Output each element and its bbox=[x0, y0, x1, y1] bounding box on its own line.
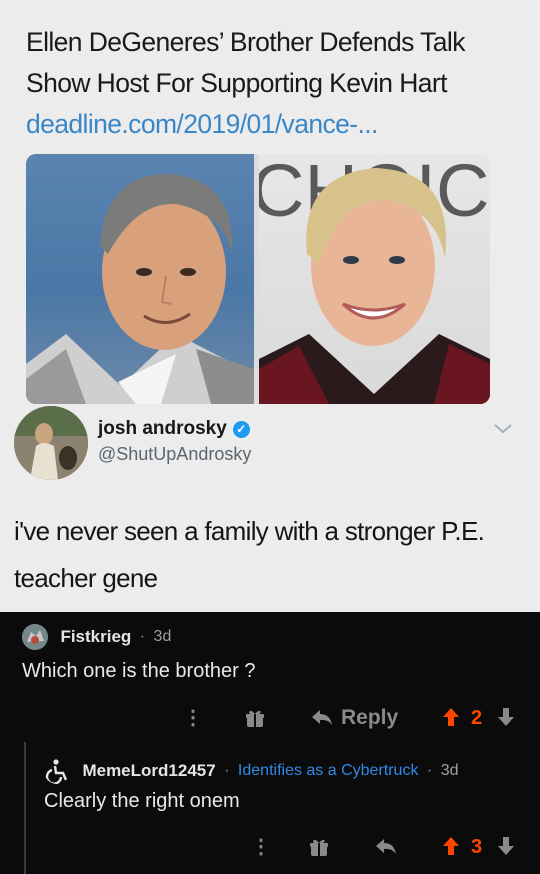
tweet-text: i've never seen a family with a stronger… bbox=[14, 516, 485, 593]
separator-dot: · bbox=[139, 628, 146, 645]
comment-actions: ⋮ Reply 2 bbox=[0, 703, 540, 733]
author-avatar[interactable] bbox=[14, 406, 88, 480]
ellen-photo: CHOIC ARD bbox=[251, 154, 490, 404]
author-handle[interactable]: @ShutUpAndrosky bbox=[98, 444, 251, 465]
comment-username[interactable]: Fistkrieg bbox=[60, 627, 131, 646]
user-flair: Identifies as a Cybertruck bbox=[237, 762, 419, 779]
tweet-author: josh androsky ✓ @ShutUpAndrosky bbox=[14, 406, 526, 482]
separator-dot: · bbox=[224, 762, 230, 779]
reply-actions: ⋮ 3 bbox=[0, 832, 540, 862]
article-headline: Ellen DeGeneres’ Brother Defends Talk Sh… bbox=[26, 22, 516, 145]
comment-header: Fistkrieg · 3d bbox=[22, 624, 522, 650]
verified-badge-icon: ✓ bbox=[232, 421, 250, 438]
more-vertical-icon[interactable]: ⋮ bbox=[183, 703, 203, 733]
reply-arrow-icon bbox=[376, 839, 396, 854]
vote-count: 2 bbox=[471, 707, 483, 729]
reply-age: 3d bbox=[440, 762, 459, 779]
upvote-arrow-icon[interactable] bbox=[442, 703, 460, 733]
reply-arrow-icon bbox=[312, 710, 332, 725]
commenter-avatar[interactable] bbox=[22, 624, 48, 650]
wheelchair-icon[interactable] bbox=[44, 758, 70, 784]
author-name[interactable]: josh androsky ✓ bbox=[98, 418, 250, 440]
reply-button[interactable]: Reply bbox=[311, 703, 398, 733]
comment-body: Which one is the brother ? bbox=[22, 660, 256, 682]
upvote-arrow-icon[interactable] bbox=[442, 832, 460, 862]
downvote-arrow-icon[interactable] bbox=[497, 832, 515, 862]
chevron-down-icon[interactable] bbox=[492, 422, 514, 436]
comment-age: 3d bbox=[153, 628, 172, 645]
author-name-text[interactable]: josh androsky bbox=[98, 418, 227, 439]
brother-photo bbox=[26, 154, 254, 404]
article-photo-pair: CHOIC ARD bbox=[26, 154, 490, 404]
headline-text: Ellen DeGeneres’ Brother Defends Talk Sh… bbox=[26, 27, 465, 98]
downvote-arrow-icon[interactable] bbox=[497, 703, 515, 733]
tweet-screenshot: Ellen DeGeneres’ Brother Defends Talk Sh… bbox=[0, 0, 540, 612]
reply-button[interactable] bbox=[375, 832, 397, 862]
gift-award-icon[interactable] bbox=[309, 837, 329, 857]
article-link[interactable]: deadline.com/2019/01/vance-... bbox=[26, 109, 378, 139]
reply-username[interactable]: MemeLord12457 bbox=[82, 761, 215, 780]
separator-dot: · bbox=[426, 762, 433, 779]
vote-count: 3 bbox=[471, 836, 483, 858]
reply-label[interactable]: Reply bbox=[341, 706, 398, 729]
gift-award-icon[interactable] bbox=[245, 708, 265, 728]
more-vertical-icon[interactable]: ⋮ bbox=[251, 832, 271, 862]
reply-header: MemeLord12457 · Identifies as a Cybertru… bbox=[44, 758, 524, 784]
reply-body: Clearly the right onem bbox=[44, 790, 240, 812]
